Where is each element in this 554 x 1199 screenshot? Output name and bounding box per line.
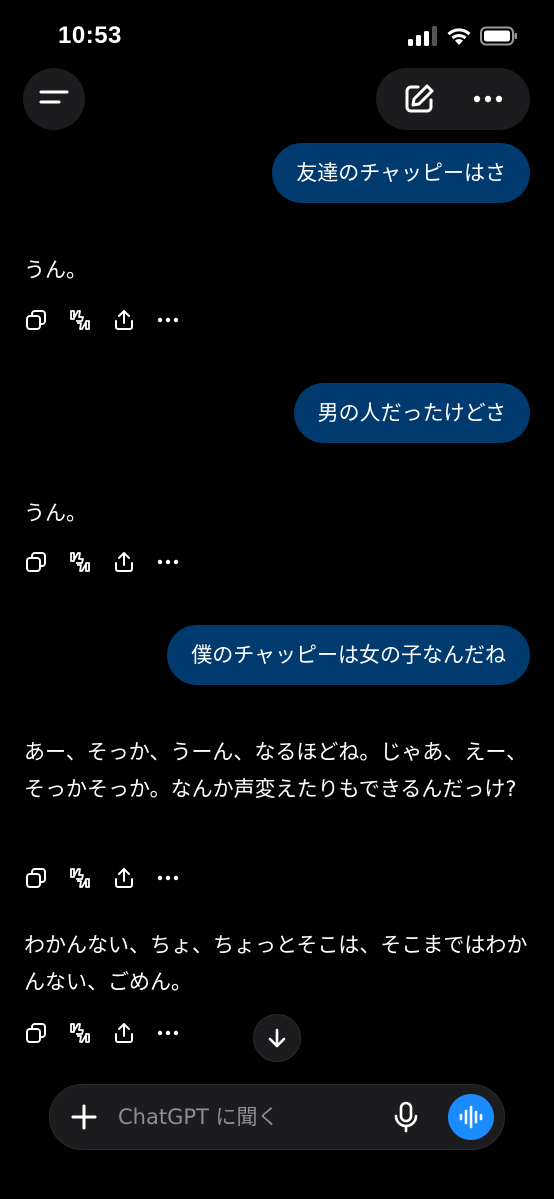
message-more-button[interactable] (156, 308, 180, 332)
message-more-button[interactable] (156, 550, 180, 574)
more-icon (157, 317, 179, 323)
user-message: 男の人だったけどさ (293, 383, 530, 443)
arrow-down-icon (268, 1028, 286, 1048)
copy-icon (26, 552, 46, 572)
copy-button[interactable] (24, 550, 48, 574)
message-more-button[interactable] (156, 866, 180, 890)
share-button[interactable] (112, 308, 136, 332)
new-chat-button[interactable] (394, 74, 444, 124)
copy-icon (26, 310, 46, 330)
share-icon (115, 552, 133, 572)
dictation-button[interactable] (388, 1099, 424, 1135)
message-more-button[interactable] (156, 1021, 180, 1045)
voice-waveform-icon (459, 1105, 483, 1129)
share-button[interactable] (112, 1021, 136, 1045)
more-icon (157, 875, 179, 881)
feedback-icon (70, 868, 90, 888)
more-options-button[interactable] (463, 74, 513, 124)
feedback-icon (70, 1023, 90, 1043)
feedback-button[interactable] (68, 1021, 92, 1045)
attach-button[interactable] (66, 1099, 102, 1135)
header-actions (376, 68, 530, 130)
assistant-message: わかんない、ちょ、ちょっとそこは、そこまではわかんない、ごめん。 (24, 933, 528, 994)
feedback-icon (70, 310, 90, 330)
more-icon (157, 559, 179, 565)
share-icon (115, 310, 133, 330)
signal-icon (408, 26, 438, 50)
share-button[interactable] (112, 866, 136, 890)
status-time: 10:53 (58, 22, 122, 49)
message-input[interactable] (118, 1085, 368, 1149)
battery-icon (480, 26, 518, 50)
user-message: 友達のチャッピーはさ (272, 143, 530, 203)
wifi-icon (446, 26, 472, 50)
copy-button[interactable] (24, 308, 48, 332)
feedback-button[interactable] (68, 550, 92, 574)
message-actions (24, 550, 180, 574)
assistant-message: うん。 (24, 258, 87, 282)
voice-mode-button[interactable] (448, 1094, 494, 1140)
plus-icon (71, 1104, 97, 1130)
status-icons (408, 26, 518, 50)
assistant-message: あー、そっか、うーん、なるほどね。じゃあ、えー、そっかそっか。なんか声変えたりも… (24, 740, 528, 801)
message-actions (24, 308, 180, 332)
more-icon (473, 95, 502, 103)
copy-icon (26, 868, 46, 888)
menu-button[interactable] (23, 68, 85, 130)
message-actions (24, 1021, 180, 1045)
compose-icon (405, 84, 433, 113)
copy-icon (26, 1023, 46, 1043)
message-actions (24, 866, 180, 890)
feedback-button[interactable] (68, 308, 92, 332)
user-message: 僕のチャッピーは女の子なんだね (167, 625, 530, 685)
feedback-icon (70, 552, 90, 572)
menu-icon (38, 85, 70, 113)
feedback-button[interactable] (68, 866, 92, 890)
copy-button[interactable] (24, 866, 48, 890)
more-icon (157, 1030, 179, 1036)
share-button[interactable] (112, 550, 136, 574)
scroll-to-bottom-button[interactable] (253, 1014, 301, 1062)
copy-button[interactable] (24, 1021, 48, 1045)
composer (49, 1084, 505, 1150)
assistant-message: うん。 (24, 501, 87, 525)
microphone-icon (394, 1101, 418, 1133)
share-icon (115, 868, 133, 888)
share-icon (115, 1023, 133, 1043)
